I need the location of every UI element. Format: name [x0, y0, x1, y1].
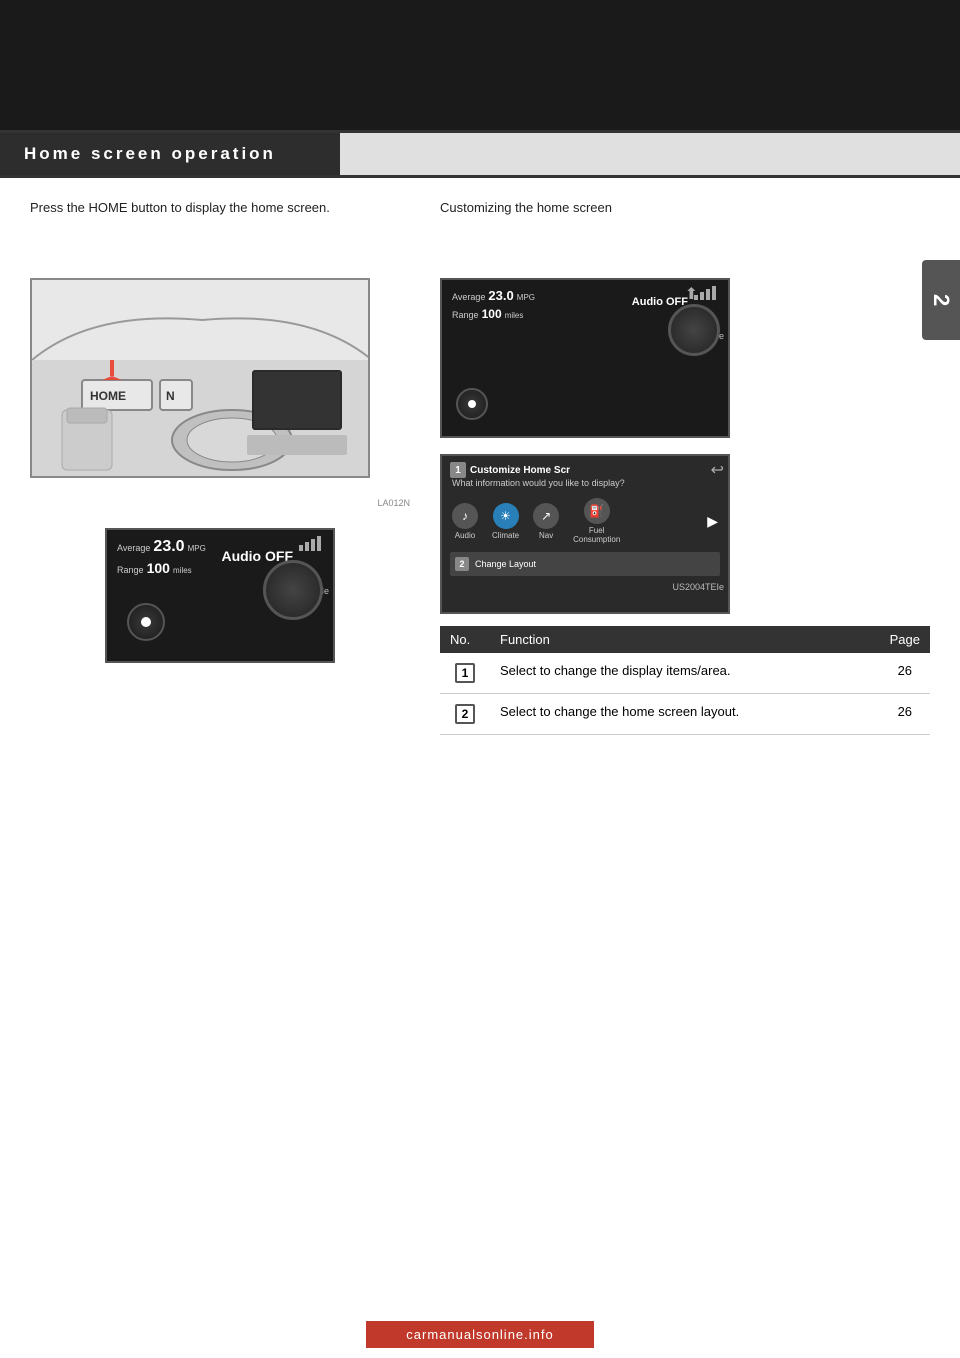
average-value-right: 23.0 — [488, 288, 513, 303]
more-arrow-icon[interactable]: ▶ — [707, 513, 718, 530]
customize-header: 1 Customize Home Scr — [442, 456, 728, 478]
average-label-right: Average — [452, 292, 485, 302]
bar4r — [712, 286, 716, 300]
bar2r — [700, 292, 704, 300]
table-header: No. Function Page — [440, 626, 930, 653]
compass-left — [127, 603, 165, 641]
row2-badge: 2 — [455, 704, 475, 724]
section-title: Home screen operation — [0, 133, 340, 175]
average-value: 23.0 — [153, 538, 184, 555]
customize-icon-climate[interactable]: ☀ Climate — [492, 503, 519, 540]
customize-icon-audio[interactable]: ♪ Audio — [452, 503, 478, 540]
diagram-label: LA012N — [30, 498, 410, 508]
small-screen-container: Average 23.0 MPG Range 100 miles Audio O… — [30, 528, 410, 663]
customize-title-text: Customize Home Scr — [470, 465, 570, 476]
section-header: Home screen operation — [0, 130, 960, 178]
customize-screen-label: US2004TEIe — [442, 580, 728, 594]
top-bar — [0, 0, 960, 130]
table-body: 1 Select to change the display items/are… — [440, 653, 930, 735]
col-header-page: Page — [880, 626, 930, 653]
customize-question: What information would you like to displ… — [442, 478, 728, 494]
car-diagram-svg: HOME N — [32, 280, 370, 478]
watermark-text: carmanualsonline.info — [406, 1327, 553, 1342]
bar4 — [317, 536, 321, 551]
diagram-label-value: LA012N — [377, 498, 410, 508]
customize-badge1: 1 — [450, 462, 466, 478]
average-label: Average — [117, 543, 150, 553]
range-unit-right: miles — [505, 311, 524, 320]
bar3r — [706, 289, 710, 300]
section-header-right — [340, 133, 960, 175]
table-header-row: No. Function Page — [440, 626, 930, 653]
bar2 — [305, 542, 309, 551]
row2-no: 2 — [440, 694, 490, 735]
compass-right — [456, 388, 488, 420]
row1-page: 26 — [880, 653, 930, 694]
intro-text-right: Customizing the home screen — [440, 198, 930, 258]
row1-badge: 1 — [455, 663, 475, 683]
average-unit-right: MPG — [517, 293, 535, 302]
car-diagram: HOME N — [30, 278, 370, 478]
watermark-bar: carmanualsonline.info — [366, 1321, 593, 1348]
customize-icon-fuel[interactable]: ⛽ Fuel Consumption — [573, 498, 620, 544]
fuel-icon-circle: ⛽ — [584, 498, 610, 524]
col-header-function: Function — [490, 626, 880, 653]
speaker-right — [668, 304, 720, 356]
left-column: Press the HOME button to display the hom… — [30, 198, 410, 735]
col-header-no: No. — [440, 626, 490, 653]
row2-page: 26 — [880, 694, 930, 735]
range-label-right: Range — [452, 310, 479, 320]
left-screen-small: Average 23.0 MPG Range 100 miles Audio O… — [105, 528, 335, 663]
range-unit: miles — [173, 566, 192, 575]
range-label: Range — [117, 565, 144, 575]
customize-icon-nav[interactable]: ↗ Nav — [533, 503, 559, 540]
signal-bars — [299, 536, 321, 551]
chapter-tab: 2 — [922, 260, 960, 340]
range-value-right: 100 — [482, 307, 502, 321]
bar3 — [311, 539, 315, 551]
audio-icon-circle: ♪ — [452, 503, 478, 529]
customize-icons-row: ♪ Audio ☀ Climate ↗ Nav ⛽ Fuel Consumpti… — [442, 494, 728, 548]
table-row: 1 Select to change the display items/are… — [440, 653, 930, 694]
right-column: Customizing the home screen — [440, 198, 930, 735]
intro-text-left: Press the HOME button to display the hom… — [30, 198, 410, 258]
change-layout-button[interactable]: 2 Change Layout — [450, 552, 720, 576]
right-screen-large: ⬆ Average 23.0 MPG Range 100 miles Audio… — [440, 278, 730, 438]
compass-inner-right — [468, 400, 476, 408]
watermark: carmanualsonline.info — [0, 1321, 960, 1348]
average-unit: MPG — [188, 544, 206, 553]
table-row: 2 Select to change the home screen layou… — [440, 694, 930, 735]
audio-icon-label: Audio — [455, 531, 475, 540]
change-layout-label: Change Layout — [475, 559, 536, 569]
bar1 — [299, 545, 303, 551]
customize-screen: ↩ 1 Customize Home Scr What information … — [440, 454, 730, 614]
audio-off-right: Audio OFF — [632, 296, 688, 308]
intro-text-right-value: Customizing the home screen — [440, 200, 612, 215]
row2-function: Select to change the home screen layout. — [490, 694, 880, 735]
change-layout-badge: 2 — [455, 557, 469, 571]
chapter-number: 2 — [928, 294, 954, 306]
speaker-left — [263, 560, 323, 620]
right-screen-wrapper: ⬆ Average 23.0 MPG Range 100 miles Audio… — [440, 278, 730, 438]
compass-inner-left — [141, 617, 151, 627]
range-value: 100 — [147, 560, 170, 576]
climate-icon-circle: ☀ — [493, 503, 519, 529]
svg-text:N: N — [166, 389, 175, 403]
customize-screen-label-value: US2004TEIe — [672, 582, 724, 592]
climate-icon-label: Climate — [492, 531, 519, 540]
row1-function: Select to change the display items/area. — [490, 653, 880, 694]
nav-icon-label: Nav — [539, 531, 553, 540]
svg-text:HOME: HOME — [90, 389, 126, 403]
info-table: No. Function Page 1 Select to change the… — [440, 626, 930, 735]
back-arrow-icon: ↩ — [711, 460, 724, 480]
intro-text-left-value: Press the HOME button to display the hom… — [30, 200, 330, 215]
fuel-icon-label: Fuel Consumption — [573, 526, 620, 544]
row1-no: 1 — [440, 653, 490, 694]
main-content: Press the HOME button to display the hom… — [0, 178, 960, 755]
section-title-text: Home screen operation — [24, 144, 276, 164]
nav-icon-circle: ↗ — [533, 503, 559, 529]
